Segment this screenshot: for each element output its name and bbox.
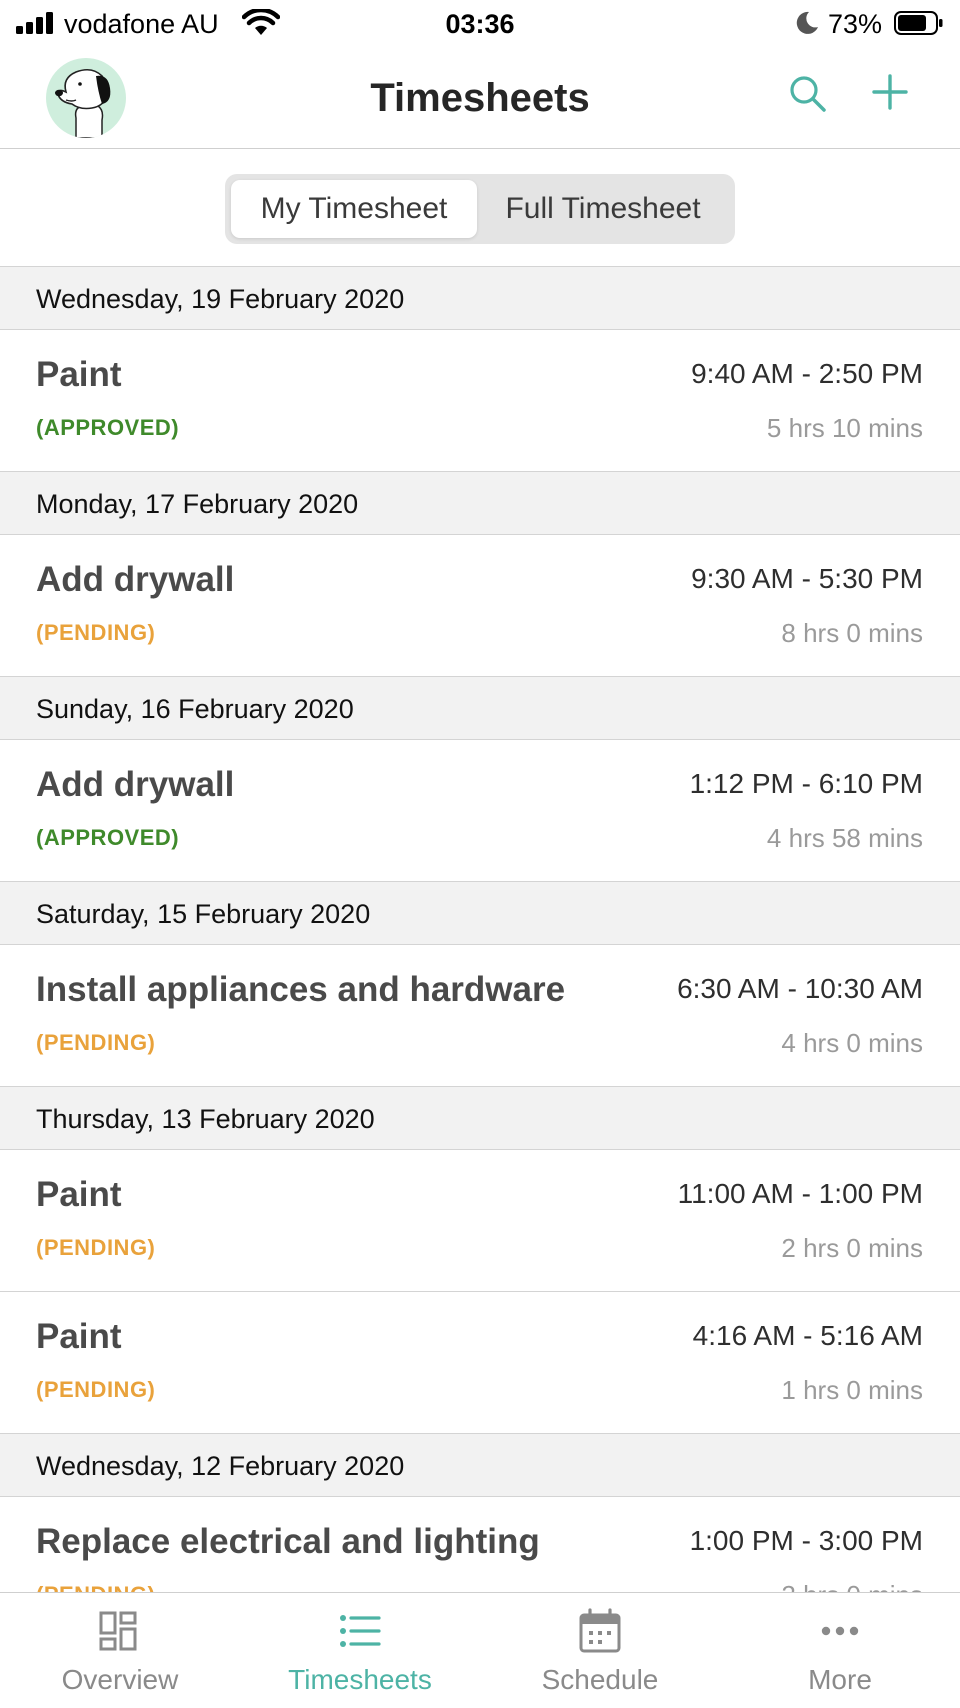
status-bar: vodafone AU 03:36 73% <box>0 0 960 50</box>
entry-time-range: 6:30 AM - 10:30 AM <box>677 973 923 1004</box>
bottom-tab-bar: Overview Timesheets Schedule More <box>0 1592 960 1707</box>
entry-status-badge: (APPROVED) <box>36 415 180 440</box>
entry-status-badge: (PENDING) <box>36 1235 156 1260</box>
entry-status-badge: (PENDING) <box>36 620 156 645</box>
tab-label: Timesheets <box>288 1664 432 1695</box>
tab-overview[interactable]: Overview <box>0 1593 240 1708</box>
entry-status-badge: (PENDING) <box>36 1030 156 1055</box>
entry-time-range: 1:00 PM - 3:00 PM <box>689 1525 923 1556</box>
entry-time-range: 1:12 PM - 6:10 PM <box>689 768 923 799</box>
entry-task-title: Replace electrical and lighting <box>36 1522 540 1561</box>
date-section-header: Saturday, 15 February 2020 <box>0 882 960 945</box>
tab-label: More <box>808 1664 872 1695</box>
entry-duration: 4 hrs 0 mins <box>781 1028 923 1058</box>
segment-my-timesheet[interactable]: My Timesheet <box>231 180 477 238</box>
timesheet-scope-segmented-control: My Timesheet Full Timesheet <box>225 174 735 244</box>
entry-duration: 8 hrs 0 mins <box>781 618 923 648</box>
entry-task-title: Add drywall <box>36 560 235 599</box>
timesheet-entry[interactable]: Paint 9:40 AM - 2:50 PM (APPROVED) 5 hrs… <box>0 330 960 472</box>
battery-icon <box>894 11 943 35</box>
entry-task-title: Install appliances and hardware <box>36 970 566 1009</box>
search-icon[interactable] <box>786 72 830 116</box>
timesheet-entry[interactable]: Paint 11:00 AM - 1:00 PM (PENDING) 2 hrs… <box>0 1150 960 1292</box>
tab-label: Overview <box>61 1664 179 1695</box>
entry-time-range: 9:30 AM - 5:30 PM <box>691 563 923 594</box>
timesheet-entry[interactable]: Add drywall 1:12 PM - 6:10 PM (APPROVED)… <box>0 740 960 882</box>
tab-label: Schedule <box>541 1664 659 1695</box>
entry-status-badge: (PENDING) <box>36 1377 156 1402</box>
entry-time-range: 4:16 AM - 5:16 AM <box>692 1320 923 1351</box>
date-section-header: Wednesday, 12 February 2020 <box>0 1434 960 1497</box>
list-icon <box>340 1615 381 1647</box>
date-section-header: Monday, 17 February 2020 <box>0 472 960 535</box>
timesheet-list[interactable]: Wednesday, 19 February 2020 Paint 9:40 A… <box>0 266 960 1593</box>
plus-icon[interactable] <box>868 70 912 114</box>
date-section-header: Wednesday, 19 February 2020 <box>0 267 960 330</box>
entry-duration: 2 hrs 0 mins <box>781 1579 923 1593</box>
battery-percentage: 73% <box>828 9 883 39</box>
tab-timesheets[interactable]: Timesheets <box>240 1593 480 1708</box>
tab-more[interactable]: More <box>720 1593 960 1708</box>
entry-duration: 4 hrs 58 mins <box>766 823 923 853</box>
entry-duration: 5 hrs 10 mins <box>766 413 923 443</box>
segment-full-timesheet[interactable]: Full Timesheet <box>477 180 729 238</box>
dashboard-grid-icon <box>99 1611 137 1651</box>
entry-time-range: 9:40 AM - 2:50 PM <box>691 358 923 389</box>
entry-task-title: Paint <box>36 1317 122 1356</box>
entry-status-badge: (APPROVED) <box>36 825 180 850</box>
entry-task-title: Paint <box>36 355 122 394</box>
entry-task-title: Add drywall <box>36 765 235 804</box>
timesheet-entry[interactable]: Add drywall 9:30 AM - 5:30 PM (PENDING) … <box>0 535 960 677</box>
entry-time-range: 11:00 AM - 1:00 PM <box>677 1178 923 1209</box>
timesheet-entry[interactable]: Replace electrical and lighting 1:00 PM … <box>0 1497 960 1593</box>
entry-duration: 1 hrs 0 mins <box>781 1375 923 1405</box>
date-section-header: Thursday, 13 February 2020 <box>0 1087 960 1150</box>
entry-duration: 2 hrs 0 mins <box>781 1233 923 1263</box>
navigation-header: Timesheets <box>0 50 960 149</box>
do-not-disturb-moon-icon <box>796 11 818 34</box>
entry-task-title: Paint <box>36 1175 122 1214</box>
timesheet-entry[interactable]: Paint 4:16 AM - 5:16 AM (PENDING) 1 hrs … <box>0 1292 960 1434</box>
more-dots-icon <box>821 1626 859 1636</box>
tab-schedule[interactable]: Schedule <box>480 1593 720 1708</box>
date-section-header: Sunday, 16 February 2020 <box>0 677 960 740</box>
timesheet-entry[interactable]: Install appliances and hardware 6:30 AM … <box>0 945 960 1087</box>
calendar-icon <box>579 1608 621 1653</box>
